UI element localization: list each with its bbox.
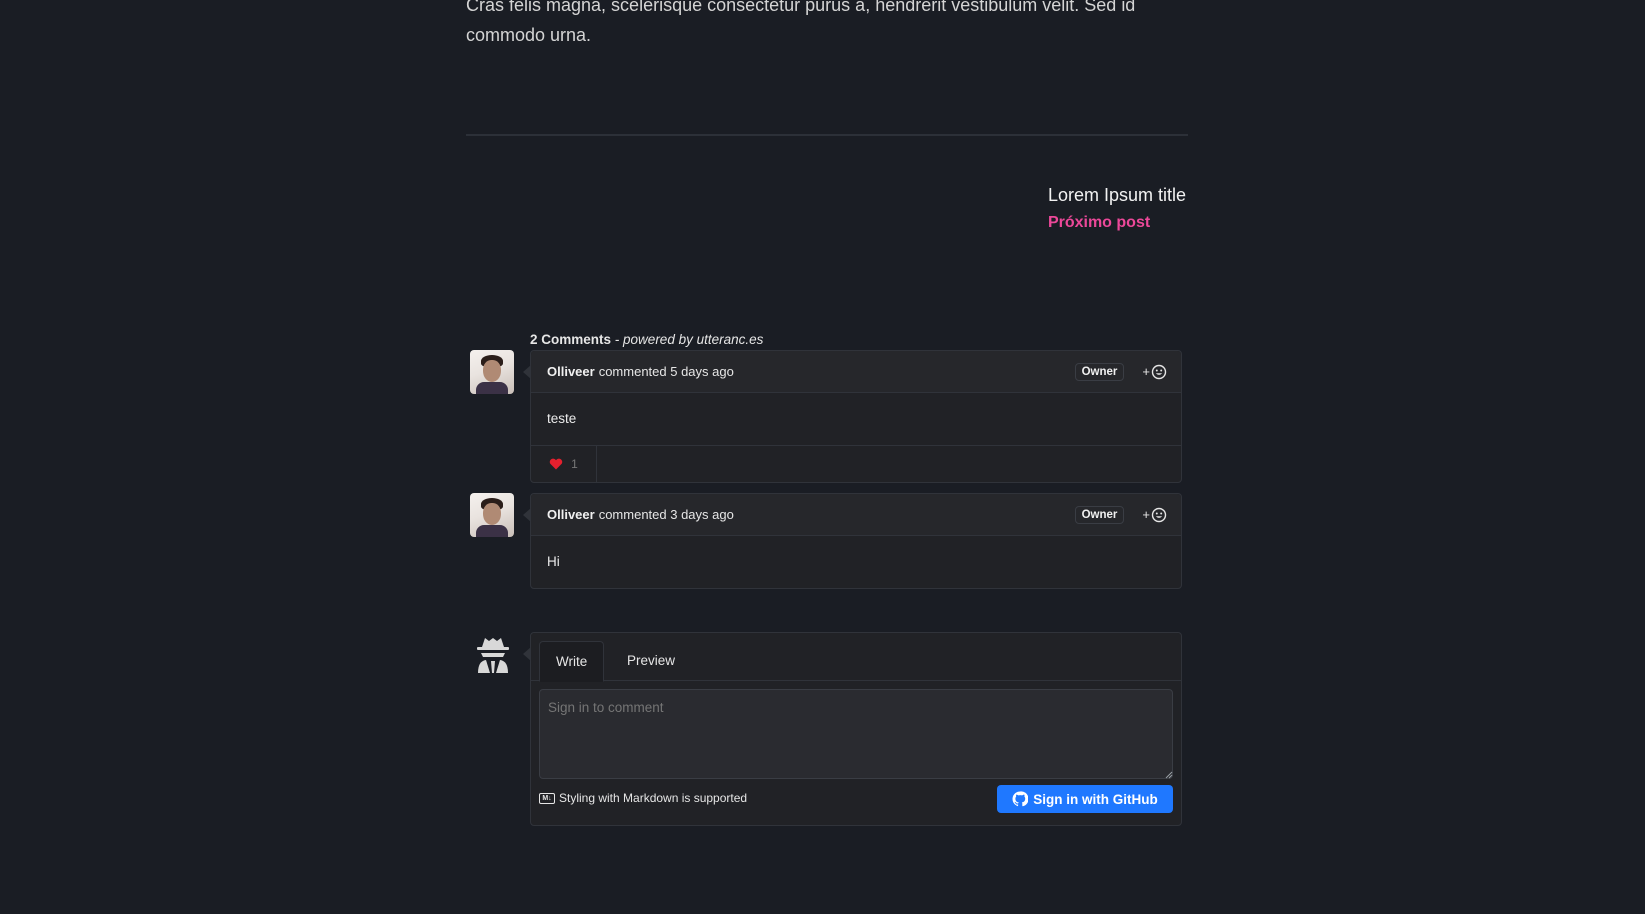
- add-reaction-button[interactable]: +: [1142, 364, 1167, 380]
- reaction-count: 1: [571, 457, 578, 471]
- anonymous-user-icon: [477, 638, 509, 673]
- smiley-icon: [1151, 507, 1167, 522]
- heart-reaction[interactable]: 1: [531, 446, 597, 482]
- github-icon: [1012, 791, 1029, 807]
- comment-meta[interactable]: commented 3 days ago: [599, 507, 734, 522]
- comments-count: 2 Comments: [530, 332, 612, 347]
- powered-by: - powered by utteranc.es: [614, 332, 764, 347]
- comment-author[interactable]: Olliveer: [547, 364, 595, 379]
- comment-editor: Write Preview M↓ Styling with Markdown i…: [523, 632, 1182, 826]
- comment-card: Olliveer commented 5 days ago Owner + te…: [523, 350, 1182, 483]
- comment-body: teste: [547, 411, 577, 426]
- comment-author[interactable]: Olliveer: [547, 507, 595, 522]
- owner-badge: Owner: [1074, 505, 1125, 524]
- comment-body: Hi: [547, 554, 560, 569]
- add-reaction-button[interactable]: +: [1142, 507, 1167, 523]
- comment-card: Olliveer commented 3 days ago Owner + Hi: [523, 493, 1182, 589]
- smiley-icon: [1151, 364, 1167, 379]
- comment-header: Olliveer commented 5 days ago Owner +: [531, 351, 1181, 393]
- article-tail-text: Cras felis magna, scelerisque consectetu…: [466, 0, 1136, 45]
- tab-write[interactable]: Write: [539, 641, 605, 682]
- comment-meta[interactable]: commented 5 days ago: [599, 364, 734, 379]
- sign-in-github-button[interactable]: Sign in with GitHub: [997, 785, 1173, 813]
- reactions-bar: 1: [531, 445, 1181, 482]
- heart-icon: [549, 458, 563, 470]
- comment-input[interactable]: [539, 689, 1173, 779]
- markdown-note-label: Styling with Markdown is supported: [559, 791, 748, 805]
- markdown-note[interactable]: M↓ Styling with Markdown is supported: [539, 791, 747, 805]
- add-reaction-plus: +: [1142, 507, 1150, 522]
- avatar[interactable]: [470, 350, 514, 394]
- article-divider: [466, 134, 1188, 136]
- avatar[interactable]: [470, 493, 514, 537]
- next-post-link[interactable]: Próximo post: [1048, 214, 1186, 232]
- owner-badge: Owner: [1074, 362, 1125, 381]
- resize-grip-icon[interactable]: [1165, 771, 1173, 779]
- next-post: Lorem Ipsum title Próximo post: [1048, 184, 1186, 232]
- add-reaction-plus: +: [1142, 364, 1150, 379]
- tab-preview[interactable]: Preview: [611, 641, 691, 682]
- editor-tabs: Write Preview: [531, 633, 1181, 682]
- next-post-title: Lorem Ipsum title: [1047, 185, 1186, 205]
- comments-header: 2 Comments - powered by utteranc.es: [530, 332, 763, 347]
- markdown-icon: M↓: [539, 792, 555, 804]
- sign-in-label: Sign in with GitHub: [1033, 791, 1158, 807]
- comment-header: Olliveer commented 3 days ago Owner +: [531, 494, 1181, 536]
